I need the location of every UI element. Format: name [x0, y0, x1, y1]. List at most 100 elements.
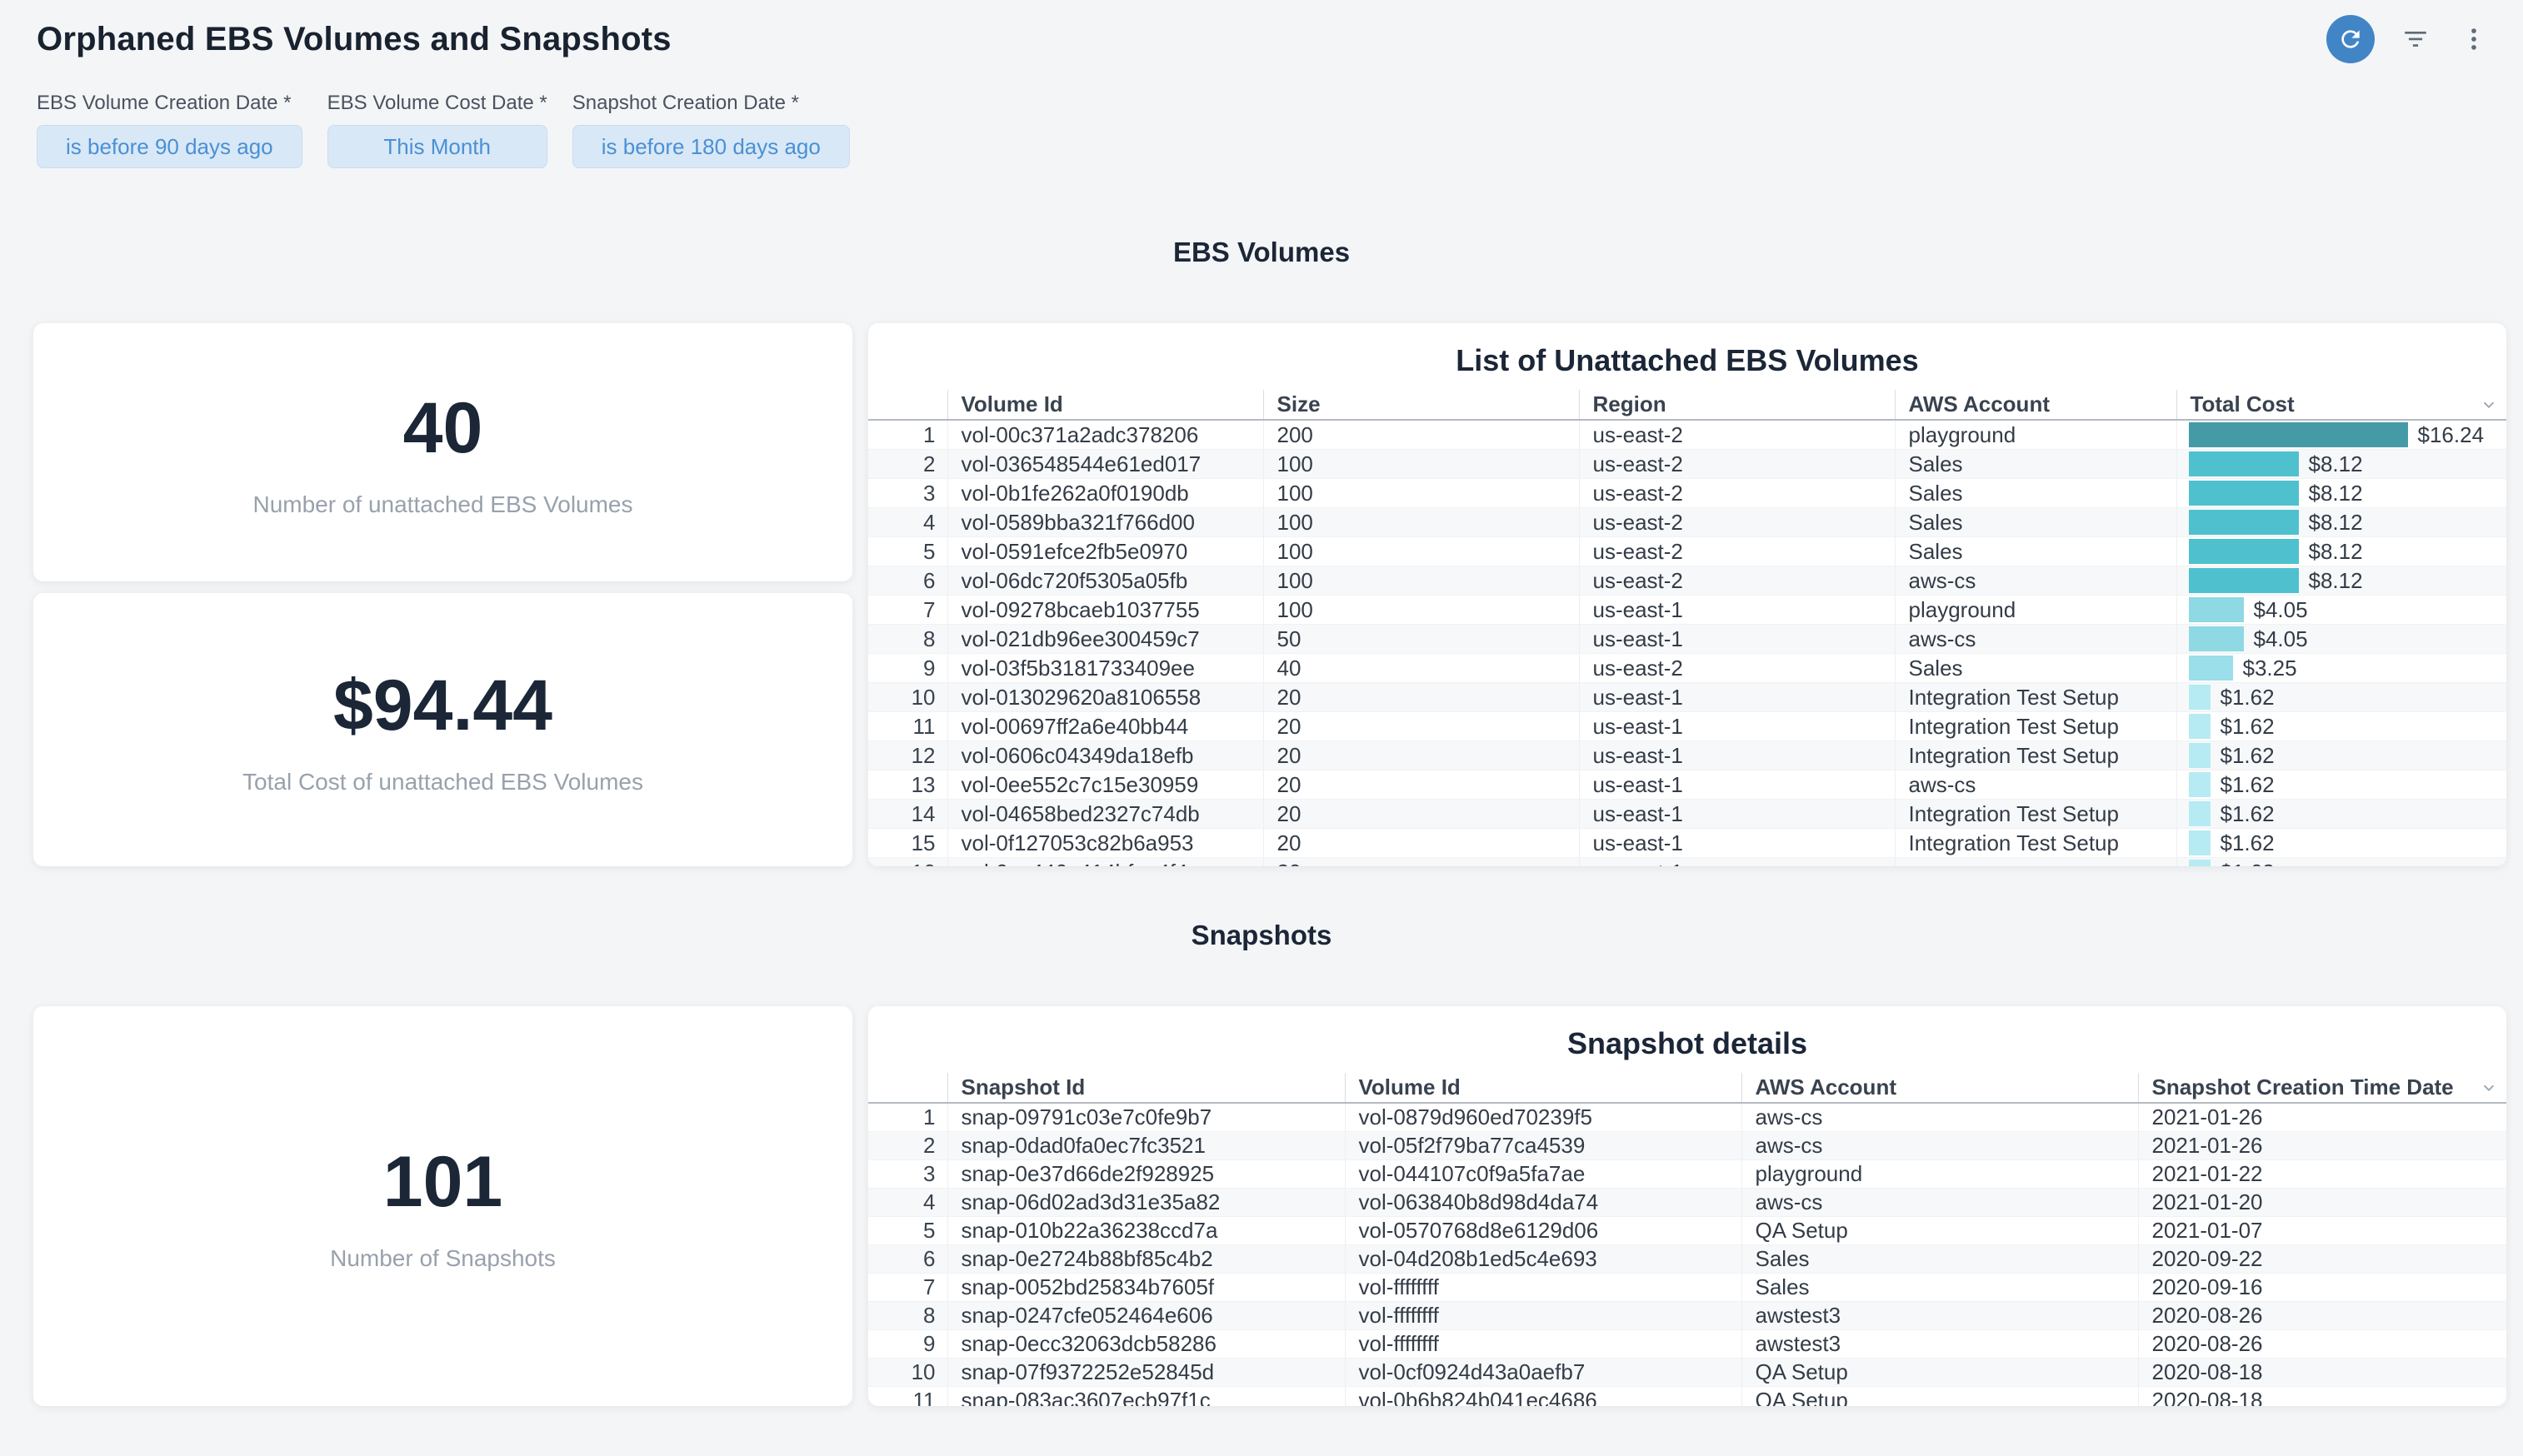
- chevron-down-icon[interactable]: [2480, 396, 2498, 414]
- cost-bar-wrap: $8.12: [2189, 566, 2507, 595]
- cell-row-number: 2: [868, 450, 947, 479]
- cell-aws-account: Sales: [1741, 1244, 2138, 1273]
- cell-region: us-east-1: [1579, 596, 1895, 625]
- cell-region: us-east-2: [1579, 654, 1895, 683]
- refresh-button[interactable]: [2326, 15, 2375, 63]
- cell-aws-account: aws-cs: [1895, 858, 2176, 867]
- cell-snapshot-creation-date: 2020-09-22: [2138, 1244, 2506, 1273]
- cell-region: us-east-1: [1579, 858, 1895, 867]
- table-row: 13vol-0ee552c7c15e3095920us-east-1aws-cs…: [868, 770, 2506, 800]
- stat-card-snapshot-count: 101 Number of Snapshots: [33, 1006, 852, 1406]
- stat-label: Number of unattached EBS Volumes: [252, 491, 632, 518]
- column-header-volume-id[interactable]: Volume Id: [947, 390, 1263, 420]
- cell-aws-account: aws-cs: [1895, 770, 2176, 800]
- ebs-stat-column: 40 Number of unattached EBS Volumes $94.…: [33, 323, 852, 866]
- table-row: 12vol-0606c04349da18efb20us-east-1Integr…: [868, 741, 2506, 770]
- filter-button[interactable]: [2398, 22, 2433, 57]
- column-header-volume-id[interactable]: Volume Id: [1345, 1073, 1741, 1103]
- table-row: 14vol-04658bed2327c74db20us-east-1Integr…: [868, 800, 2506, 829]
- filter-icon: [2401, 25, 2430, 53]
- topbar: Orphaned EBS Volumes and Snapshots: [0, 12, 2523, 67]
- table-row: 5vol-0591efce2fb5e0970100us-east-2Sales$…: [868, 537, 2506, 566]
- cell-aws-account: Sales: [1895, 654, 2176, 683]
- cell-aws-account: Sales: [1895, 479, 2176, 508]
- cell-aws-account: Sales: [1895, 508, 2176, 537]
- cell-total-cost: $8.12: [2176, 479, 2506, 508]
- column-header-row-number: [868, 390, 947, 420]
- cell-volume-id: vol-063840b8d98d4da74: [1345, 1188, 1741, 1216]
- filter-value-button[interactable]: is before 90 days ago: [37, 125, 302, 168]
- cost-value: $4.05: [2254, 626, 2308, 652]
- table-row: 8vol-021db96ee300459c750us-east-1aws-cs$…: [868, 625, 2506, 654]
- cell-total-cost: $8.12: [2176, 508, 2506, 537]
- cell-row-number: 10: [868, 683, 947, 712]
- cell-size: 50: [1263, 625, 1579, 654]
- column-header-row-number: [868, 1073, 947, 1103]
- cell-total-cost: $4.05: [2176, 596, 2506, 625]
- chevron-down-icon[interactable]: [2480, 1079, 2498, 1097]
- column-header-size[interactable]: Size: [1263, 390, 1579, 420]
- table-row: 2snap-0dad0fa0ec7fc3521vol-05f2f79ba77ca…: [868, 1131, 2506, 1159]
- cell-size: 20: [1263, 858, 1579, 867]
- cost-value: $16.24: [2418, 422, 2485, 448]
- filter-value-button[interactable]: is before 180 days ago: [572, 125, 850, 168]
- table-header-row: Snapshot IdVolume IdAWS AccountSnapshot …: [868, 1073, 2506, 1103]
- cell-snapshot-creation-date: 2020-09-16: [2138, 1273, 2506, 1301]
- cost-bar: [2189, 510, 2299, 535]
- column-header-snapshot-id[interactable]: Snapshot Id: [947, 1073, 1345, 1103]
- cell-row-number: 3: [868, 1159, 947, 1188]
- cell-size: 20: [1263, 683, 1579, 712]
- cell-aws-account: aws-cs: [1741, 1103, 2138, 1131]
- stat-label: Number of Snapshots: [330, 1245, 556, 1272]
- cost-bar-wrap: $8.12: [2189, 508, 2507, 536]
- column-header-total-cost[interactable]: Total Cost: [2176, 390, 2506, 420]
- cell-region: us-east-1: [1579, 829, 1895, 858]
- cell-aws-account: Integration Test Setup: [1895, 712, 2176, 741]
- column-header-aws-account[interactable]: AWS Account: [1741, 1073, 2138, 1103]
- cell-aws-account: awstest3: [1741, 1329, 2138, 1358]
- cell-size: 20: [1263, 770, 1579, 800]
- cost-bar: [2189, 743, 2211, 768]
- cost-value: $4.05: [2254, 597, 2308, 623]
- cell-region: us-east-2: [1579, 450, 1895, 479]
- column-header-snapshot-creation-time-date[interactable]: Snapshot Creation Time Date: [2138, 1073, 2506, 1103]
- cost-bar: [2189, 481, 2299, 506]
- cost-value: $1.62: [2221, 714, 2275, 740]
- cell-total-cost: $16.24: [2176, 420, 2506, 450]
- cell-row-number: 5: [868, 537, 947, 566]
- cell-snapshot-id: snap-0e2724b88bf85c4b2: [947, 1244, 1345, 1273]
- cell-size: 100: [1263, 450, 1579, 479]
- filter-value-button[interactable]: This Month: [327, 125, 547, 168]
- cell-row-number: 4: [868, 508, 947, 537]
- cell-aws-account: Integration Test Setup: [1895, 683, 2176, 712]
- cell-aws-account: aws-cs: [1895, 566, 2176, 596]
- cell-size: 20: [1263, 741, 1579, 770]
- cell-row-number: 1: [868, 420, 947, 450]
- stat-label: Total Cost of unattached EBS Volumes: [242, 769, 643, 795]
- cell-snapshot-creation-date: 2021-01-20: [2138, 1188, 2506, 1216]
- cell-region: us-east-1: [1579, 712, 1895, 741]
- cell-volume-id: vol-044107c0f9a5fa7ae: [1345, 1159, 1741, 1188]
- cost-bar-wrap: $8.12: [2189, 450, 2507, 478]
- cell-size: 20: [1263, 829, 1579, 858]
- cost-value: $1.62: [2221, 830, 2275, 856]
- cost-bar-wrap: $1.62: [2189, 683, 2507, 711]
- page-title: Orphaned EBS Volumes and Snapshots: [37, 21, 672, 58]
- cost-bar-wrap: $3.25: [2189, 654, 2507, 682]
- cost-bar: [2189, 860, 2211, 866]
- cell-aws-account: QA Setup: [1741, 1386, 2138, 1406]
- column-header-region[interactable]: Region: [1579, 390, 1895, 420]
- cell-row-number: 11: [868, 712, 947, 741]
- filter-label: EBS Volume Cost Date *: [327, 92, 547, 115]
- filter-label: Snapshot Creation Date *: [572, 92, 850, 115]
- table-row: 5snap-010b22a36238ccd7avol-0570768d8e612…: [868, 1216, 2506, 1244]
- snapshot-section-grid: 101 Number of Snapshots Snapshot details…: [0, 1006, 2523, 1406]
- column-header-aws-account[interactable]: AWS Account: [1895, 390, 2176, 420]
- cell-volume-id: vol-00697ff2a6e40bb44: [947, 712, 1263, 741]
- kebab-menu-button[interactable]: [2456, 22, 2491, 57]
- cell-snapshot-creation-date: 2020-08-26: [2138, 1301, 2506, 1329]
- cell-volume-id: vol-0ec446e414bfee4f4: [947, 858, 1263, 867]
- filter-bar: EBS Volume Creation Date * is before 90 …: [0, 67, 2523, 168]
- cell-size: 40: [1263, 654, 1579, 683]
- cost-bar-wrap: $1.62: [2189, 829, 2507, 857]
